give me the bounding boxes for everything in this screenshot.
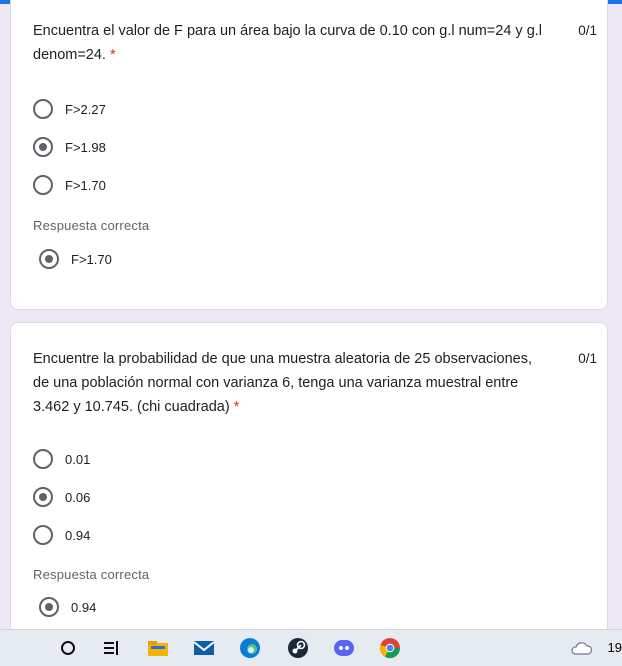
radio-unselected-icon[interactable]	[33, 449, 53, 469]
option-label: 0.94	[65, 527, 91, 543]
windows-taskbar: 19	[0, 629, 622, 666]
discord-icon[interactable]	[326, 630, 362, 666]
option-label: F>1.70	[65, 177, 106, 193]
question-2-option-1[interactable]: 0.01	[33, 449, 90, 469]
question-1-line-2: denom=24. *	[33, 43, 553, 67]
option-label: 0.01	[65, 451, 91, 467]
required-asterisk: *	[110, 47, 116, 63]
question-1-option-3[interactable]: F>1.70	[33, 175, 106, 195]
required-asterisk: *	[233, 399, 240, 415]
question-1-line-2-text: denom=24.	[33, 47, 106, 63]
steam-icon[interactable]	[280, 630, 316, 666]
question-1-correct-answer: F>1.70	[39, 249, 112, 269]
question-2-text: Encuentre la probabilidad de que una mue…	[33, 347, 553, 419]
question-2-line-3: 3.462 y 10.745. (chi cuadrada) *	[33, 395, 553, 419]
question-card-2: Encuentre la probabilidad de que una mue…	[10, 322, 608, 642]
clock[interactable]: 19	[608, 640, 622, 655]
question-2-line-2: de una población normal con varianza 6, …	[33, 375, 519, 391]
question-2-option-3[interactable]: 0.94	[33, 525, 90, 545]
search-icon[interactable]	[50, 630, 86, 666]
radio-selected-icon[interactable]	[33, 137, 53, 157]
radio-unselected-icon[interactable]	[33, 175, 53, 195]
correct-answer-label: 0.94	[71, 599, 97, 615]
radio-selected-icon	[39, 597, 59, 617]
task-view-icon[interactable]	[94, 630, 130, 666]
question-1-text: Encuentra el valor de F para un área baj…	[33, 19, 553, 67]
mail-icon[interactable]	[186, 630, 222, 666]
question-2-score: 0/1	[578, 351, 597, 366]
file-explorer-icon[interactable]	[140, 630, 176, 666]
question-1-option-2[interactable]: F>1.98	[33, 137, 106, 157]
option-label: F>2.27	[65, 101, 106, 117]
question-2-line-3-text: 3.462 y 10.745. (chi cuadrada)	[33, 399, 230, 415]
radio-unselected-icon[interactable]	[33, 99, 53, 119]
question-1-line-1: Encuentra el valor de F para un área baj…	[33, 23, 543, 39]
question-2-line-1: Encuentre la probabilidad de que una mue…	[33, 351, 532, 367]
correct-answer-title: Respuesta correcta	[33, 567, 150, 582]
question-1-score: 0/1	[578, 23, 597, 38]
option-label: F>1.98	[65, 139, 106, 155]
question-1-option-1[interactable]: F>2.27	[33, 99, 106, 119]
chrome-icon[interactable]	[372, 630, 408, 666]
question-2-option-2[interactable]: 0.06	[33, 487, 90, 507]
radio-selected-icon	[39, 249, 59, 269]
radio-selected-icon[interactable]	[33, 487, 53, 507]
question-card-1: Encuentra el valor de F para un área baj…	[10, 0, 608, 310]
correct-answer-label: F>1.70	[71, 251, 112, 267]
option-label: 0.06	[65, 489, 91, 505]
question-2-correct-answer: 0.94	[39, 597, 96, 617]
correct-answer-title: Respuesta correcta	[33, 218, 150, 233]
cloud-icon[interactable]	[566, 630, 596, 666]
radio-unselected-icon[interactable]	[33, 525, 53, 545]
edge-icon[interactable]	[232, 630, 268, 666]
